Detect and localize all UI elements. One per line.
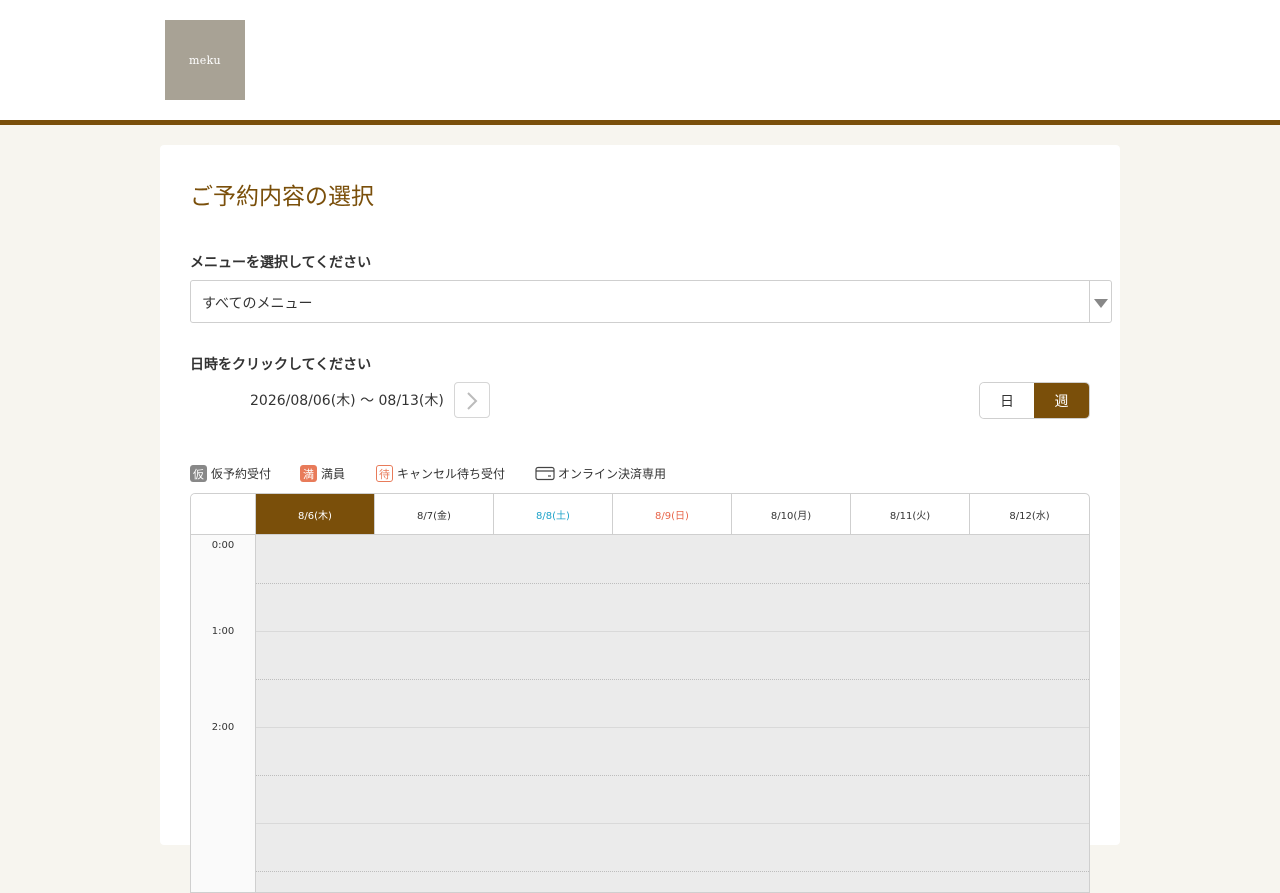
waitlist-badge-icon: 待 [376, 465, 393, 482]
time-column: 0:00 1:00 2:00 [191, 535, 256, 892]
menu-select-value: すべてのメニュー [202, 296, 313, 312]
legend-label-full: 満員 [321, 467, 346, 481]
full-badge-icon: 満 [300, 465, 317, 482]
logo-text: meku [189, 53, 221, 67]
day-header-sunday[interactable]: 8/9(日) [613, 494, 732, 534]
legend-label-kari: 仮予約受付 [211, 467, 272, 481]
half-hour-line [256, 871, 1089, 872]
calendar-header: 8/6(木) 8/7(金) 8/8(土) 8/9(日) 8/10(月) 8/11… [191, 494, 1089, 535]
half-hour-line [256, 775, 1089, 776]
calendar-body: 0:00 1:00 2:00 [191, 535, 1089, 892]
legend-label-waitlist: キャンセル待ち受付 [397, 467, 506, 481]
half-hour-line [256, 583, 1089, 584]
view-day-button[interactable]: 日 [980, 383, 1035, 418]
next-week-button[interactable] [454, 382, 490, 418]
day-header-saturday[interactable]: 8/8(土) [494, 494, 613, 534]
booking-card: ご予約内容の選択 メニューを選択してください すべてのメニュー 日時をクリックし… [160, 145, 1120, 893]
day-header[interactable]: 8/12(水) [970, 494, 1089, 534]
day-header[interactable]: 8/11(火) [851, 494, 970, 534]
time-slot-grid[interactable] [256, 535, 1089, 892]
legend-item-online: オンライン決済専用 [535, 465, 666, 482]
header-divider [0, 120, 1280, 125]
date-range: 2026/08/06(木) 〜 08/13(木) [250, 393, 444, 409]
menu-section-label: メニューを選択してください [190, 255, 372, 271]
week-calendar: 8/6(木) 8/7(金) 8/8(土) 8/9(日) 8/10(月) 8/11… [190, 493, 1090, 893]
time-label: 2:00 [211, 722, 235, 733]
calendar-corner [191, 494, 256, 534]
hour-line [256, 727, 1089, 728]
credit-card-icon [535, 466, 555, 481]
day-header-today[interactable]: 8/6(木) [256, 494, 375, 534]
view-week-button[interactable]: 週 [1034, 383, 1089, 418]
menu-select[interactable]: すべてのメニュー [190, 280, 1112, 323]
page-title: ご予約内容の選択 [190, 184, 374, 210]
kari-badge-icon: 仮 [190, 465, 207, 482]
time-label: 1:00 [211, 626, 235, 637]
legend-item-waitlist: 待 キャンセル待ち受付 [376, 465, 505, 482]
datetime-section-label: 日時をクリックしてください [190, 357, 372, 373]
hour-line [256, 631, 1089, 632]
site-header: meku [0, 0, 1280, 120]
view-toggle: 日 週 [979, 382, 1090, 419]
chevron-down-icon [1089, 281, 1111, 322]
time-label: 0:00 [211, 540, 235, 551]
legend: 仮 仮予約受付 満 満員 待 キャンセル待ち受付 オンライン決済専用 [190, 465, 790, 483]
day-header[interactable]: 8/10(月) [732, 494, 851, 534]
legend-item-full: 満 満員 [300, 465, 345, 482]
half-hour-line [256, 679, 1089, 680]
brand-logo[interactable]: meku [165, 20, 245, 100]
chevron-right-icon [467, 392, 478, 410]
day-header[interactable]: 8/7(金) [375, 494, 494, 534]
hour-line [256, 823, 1089, 824]
legend-item-kari: 仮 仮予約受付 [190, 465, 271, 482]
legend-label-online: オンライン決済専用 [558, 467, 667, 481]
